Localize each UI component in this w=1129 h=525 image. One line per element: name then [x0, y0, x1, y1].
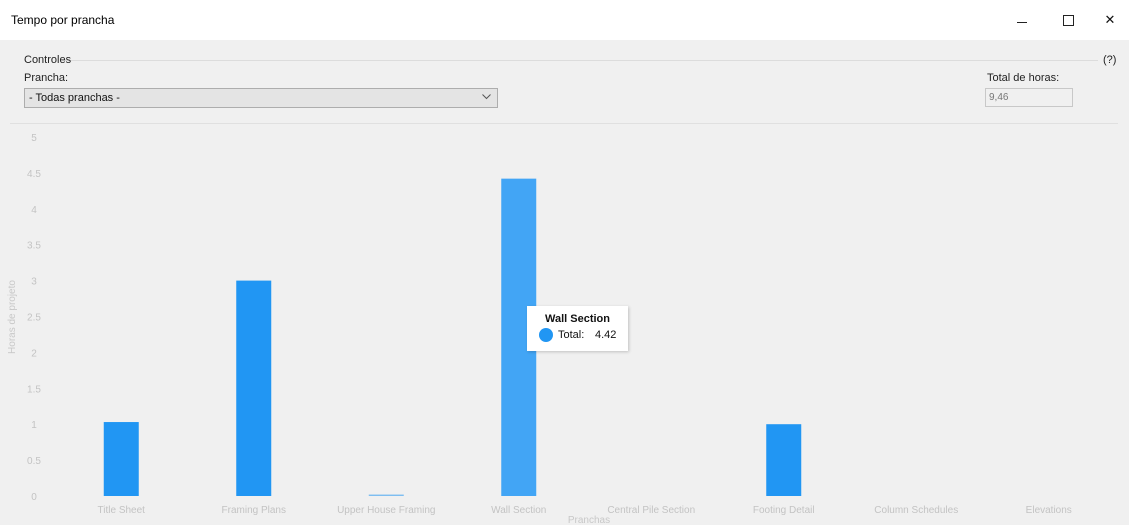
y-tick-label: 4.5	[27, 169, 41, 180]
y-tick-label: 2	[31, 348, 37, 359]
x-category-label: Wall Section	[491, 505, 546, 516]
minimize-button[interactable]	[999, 0, 1045, 40]
y-tick-label: 5	[31, 133, 37, 144]
x-category-label: Column Schedules	[874, 505, 958, 516]
prancha-select[interactable]: - Todas pranchas -	[24, 88, 498, 108]
help-link[interactable]: (?)	[1103, 54, 1116, 66]
maximize-icon	[1062, 14, 1074, 26]
y-tick-label: 4	[31, 205, 37, 216]
total-hours-value: 9,46	[989, 92, 1009, 103]
total-hours-label: Total de horas:	[987, 72, 1060, 84]
x-category-label: Title Sheet	[98, 505, 146, 516]
chart-bar[interactable]	[236, 280, 272, 496]
app-window: Tempo por prancha ✕ Controles (?) Pranch…	[0, 0, 1129, 525]
chart-bar[interactable]	[766, 424, 802, 496]
y-tick-label: 3.5	[27, 241, 41, 252]
prancha-label: Prancha:	[24, 72, 69, 84]
tooltip-title: Wall Section	[545, 313, 610, 325]
minimize-icon	[1017, 21, 1027, 23]
controls-legend: Controles	[24, 54, 72, 66]
x-category-label: Central Pile Section	[607, 505, 695, 516]
controls-divider	[62, 60, 1098, 61]
y-tick-label: 2.5	[27, 313, 41, 324]
total-hours-field: 9,46	[985, 88, 1073, 107]
window-title: Tempo por prancha	[11, 13, 115, 27]
y-tick-label: 1	[31, 420, 37, 431]
y-tick-label: 3	[31, 277, 37, 288]
close-icon: ✕	[1104, 12, 1116, 27]
chart-bar[interactable]	[103, 422, 139, 496]
x-axis-title: Pranchas	[568, 515, 610, 525]
title-bar: Tempo por prancha ✕	[0, 0, 1129, 40]
close-button[interactable]: ✕	[1091, 0, 1129, 40]
x-category-label: Elevations	[1026, 505, 1072, 516]
y-tick-label: 1.5	[27, 384, 41, 395]
x-category-label: Framing Plans	[222, 505, 286, 516]
tooltip-value: 4.42	[595, 329, 617, 341]
chart-bar[interactable]	[368, 494, 404, 496]
y-axis-title: Horas de projeto	[7, 280, 18, 354]
tooltip-series-dot	[539, 328, 553, 342]
chevron-down-icon	[482, 94, 491, 100]
bar-chart: 0 0.5 1 1.5 2 2.5 3 3.5 4 4.5 5 Horas de projeto Tit…	[0, 124, 1129, 525]
prancha-selected-value: - Todas pranchas -	[29, 92, 120, 104]
x-category-label: Footing Detail	[753, 505, 815, 516]
tooltip-label: Total:	[558, 329, 585, 341]
y-tick-label: 0.5	[27, 456, 41, 467]
x-category-label: Upper House Framing	[337, 505, 435, 516]
maximize-button[interactable]	[1045, 0, 1091, 40]
chart-tooltip: Wall Section Total: 4.42	[527, 306, 628, 351]
y-tick-label: 0	[31, 492, 37, 503]
controls-panel: Controles (?) Prancha: - Todas pranchas …	[0, 40, 1129, 124]
